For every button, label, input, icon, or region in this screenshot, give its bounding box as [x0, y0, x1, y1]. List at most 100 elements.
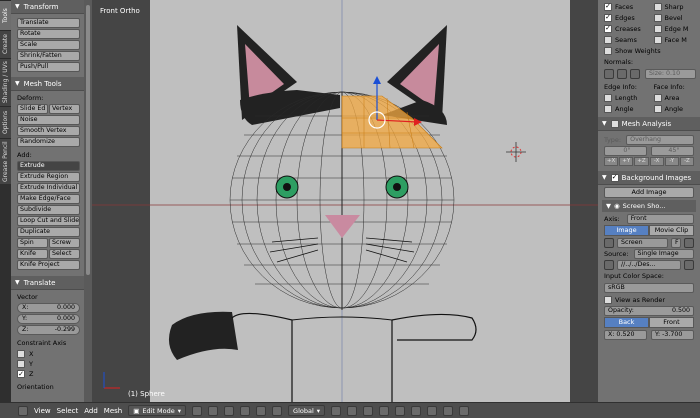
image-browse-icon[interactable]	[604, 237, 614, 248]
knife-button[interactable]: Knife	[17, 249, 48, 259]
faces-checkbox[interactable]: ✓	[604, 2, 612, 11]
checkbox-z[interactable]: ✓	[17, 370, 25, 378]
screenshot-image-header[interactable]: ▼ ◉ Screen Sho...	[602, 200, 696, 212]
snap-element-icon[interactable]	[427, 405, 438, 416]
manipulator-toggle-icon[interactable]	[224, 405, 235, 416]
image-tab[interactable]: Image	[604, 225, 649, 236]
vector-z-field[interactable]: Z: -0.299	[17, 325, 80, 335]
rotate-manipulator-icon[interactable]	[256, 405, 267, 416]
smooth-vertex-button[interactable]: Smooth Vertex	[17, 126, 80, 136]
extrude-individual-button[interactable]: Extrude Individual	[17, 183, 80, 193]
face-angle-checkbox[interactable]	[653, 104, 662, 113]
edge-length-toggle[interactable]: Length	[604, 93, 651, 102]
edges-checkbox[interactable]: ✓	[604, 13, 612, 22]
make-edge-face-button[interactable]: Make Edge/Face	[17, 194, 80, 204]
subdivide-button[interactable]: Subdivide	[17, 205, 80, 215]
edge-select-icon[interactable]	[347, 405, 358, 416]
scrollbar-thumb[interactable]	[86, 5, 90, 275]
angle-min-field[interactable]: 0°	[604, 145, 647, 156]
transform-panel-header[interactable]: ▼ Transform	[11, 0, 84, 14]
edge-marks-toggle[interactable]: Edge M	[653, 24, 700, 33]
mode-dropdown[interactable]: ▣ Edit Mode ▾	[128, 405, 187, 416]
face-select-icon[interactable]	[363, 405, 374, 416]
extrude-region-button[interactable]: Extrude Region	[17, 172, 80, 182]
mesh-analysis-checkbox[interactable]	[610, 119, 619, 128]
bg-offset-y-field[interactable]: Y: -3.700	[651, 329, 694, 340]
angle-max-field[interactable]: 45°	[651, 145, 694, 156]
face-area-toggle[interactable]: Area	[653, 93, 700, 102]
tab-options[interactable]: Options	[0, 106, 11, 138]
tab-grease-pencil[interactable]: Grease Pencil	[0, 138, 11, 184]
add-image-button[interactable]: Add Image	[604, 187, 694, 198]
show-weights-row[interactable]: Show Weights	[598, 45, 700, 56]
translate-manipulator-icon[interactable]	[240, 405, 251, 416]
front-button[interactable]: Front	[649, 317, 694, 328]
checkbox-x[interactable]	[17, 350, 25, 358]
creases-toggle[interactable]: ✓ Creases	[604, 24, 651, 33]
view-as-render-checkbox[interactable]	[604, 295, 612, 304]
mesh-analysis-header[interactable]: ▼ Mesh Analysis	[598, 117, 700, 131]
bg-image-name-field[interactable]: Screen	[617, 237, 668, 248]
face-area-checkbox[interactable]	[653, 93, 662, 102]
vertex-button[interactable]: Vertex	[49, 104, 80, 114]
axis-minus-x-button[interactable]: -X	[649, 157, 664, 166]
view-as-render-row[interactable]: View as Render	[598, 294, 700, 305]
unlink-image-icon[interactable]	[684, 237, 694, 248]
noise-button[interactable]: Noise	[17, 115, 80, 125]
mesh-menu[interactable]: Mesh	[104, 407, 122, 415]
opacity-slider[interactable]: Opacity: 0.500	[604, 306, 694, 316]
snap-icon[interactable]	[411, 405, 422, 416]
edges-toggle[interactable]: ✓ Edges	[604, 13, 651, 22]
bg-source-dropdown[interactable]: Single Image	[633, 248, 694, 259]
bevel-toggle[interactable]: Bevel	[653, 13, 700, 22]
transform-orientation-dropdown[interactable]: Global ▾	[288, 405, 326, 416]
seams-checkbox[interactable]	[604, 35, 612, 44]
vertex-normal-icon[interactable]	[604, 68, 614, 79]
edge-angle-toggle[interactable]: Angle	[604, 104, 651, 113]
translate-panel-header[interactable]: ▼ Translate	[11, 276, 84, 290]
background-images-header[interactable]: ▼ ✓ Background Images	[598, 171, 700, 185]
bevel-checkbox[interactable]	[653, 13, 662, 22]
scale-manipulator-icon[interactable]	[272, 405, 283, 416]
color-space-dropdown[interactable]: sRGB	[604, 283, 694, 293]
tab-tools[interactable]: Tools	[0, 0, 11, 30]
face-marks-toggle[interactable]: Face M	[653, 35, 700, 44]
face-normal-icon[interactable]	[630, 68, 640, 79]
mesh-tools-panel-header[interactable]: ▼ Mesh Tools	[11, 77, 84, 91]
faces-toggle[interactable]: ✓ Faces	[604, 2, 651, 11]
sharp-toggle[interactable]: Sharp	[653, 2, 700, 11]
movie-clip-tab[interactable]: Movie Clip	[649, 225, 694, 236]
axis-minus-y-button[interactable]: -Y	[664, 157, 679, 166]
vertex-select-icon[interactable]	[331, 405, 342, 416]
slide-edge-button[interactable]: Slide Ed	[17, 104, 48, 114]
edge-angle-checkbox[interactable]	[604, 104, 612, 113]
fake-user-button[interactable]: F	[671, 237, 681, 248]
vector-y-field[interactable]: Y: 0.000	[17, 314, 80, 324]
shrink-fatten-button[interactable]: Shrink/Fatten	[17, 51, 80, 61]
duplicate-button[interactable]: Duplicate	[17, 227, 80, 237]
select-menu[interactable]: Select	[57, 407, 79, 415]
edge-length-checkbox[interactable]	[604, 93, 612, 102]
knife-project-button[interactable]: Knife Project	[17, 260, 80, 270]
normal-size-field[interactable]: Size: 0.10	[645, 68, 696, 79]
scale-button[interactable]: Scale	[17, 40, 80, 50]
pivot-point-icon[interactable]	[208, 405, 219, 416]
split-normal-icon[interactable]	[617, 68, 627, 79]
tab-create[interactable]: Create	[0, 30, 11, 58]
tab-shading-uvs[interactable]: Shading / UVs	[0, 58, 11, 106]
image-eye-icon[interactable]: ◉	[614, 202, 620, 210]
background-images-checkbox[interactable]: ✓	[610, 173, 619, 182]
constraint-z[interactable]: ✓ Z	[17, 370, 78, 378]
extrude-dropdown[interactable]: Extrude	[17, 161, 80, 171]
select-button[interactable]: Select	[49, 249, 80, 259]
seams-toggle[interactable]: Seams	[604, 35, 651, 44]
show-weights-checkbox[interactable]	[604, 46, 612, 55]
constraint-y[interactable]: Y	[17, 360, 78, 368]
push-pull-button[interactable]: Push/Pull	[17, 62, 80, 72]
sharp-checkbox[interactable]	[653, 2, 662, 11]
creases-checkbox[interactable]: ✓	[604, 24, 612, 33]
layers-icon[interactable]	[459, 405, 470, 416]
axis-plus-z-button[interactable]: +Z	[634, 157, 649, 166]
view-menu[interactable]: View	[34, 407, 51, 415]
vector-x-field[interactable]: X: 0.000	[17, 303, 80, 313]
